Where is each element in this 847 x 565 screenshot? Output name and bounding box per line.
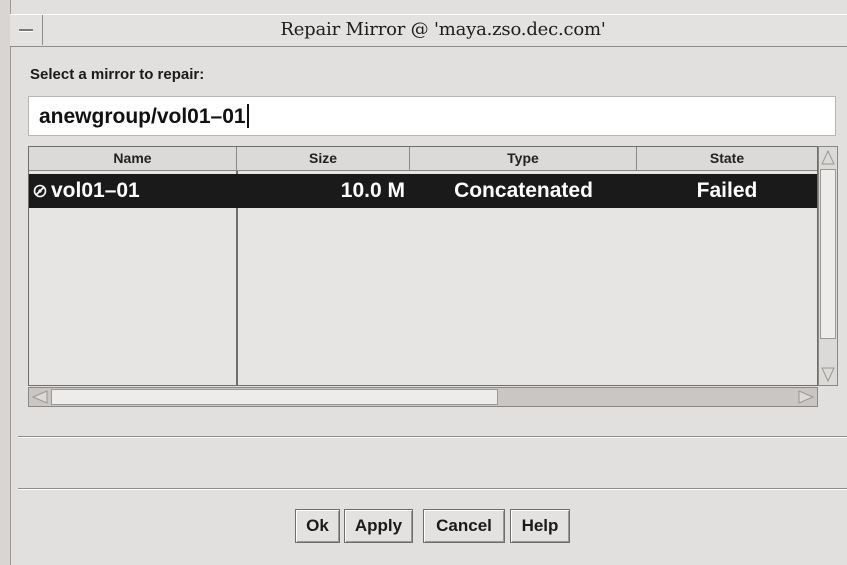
window-title: Repair Mirror @ 'maya.zso.dec.com'	[280, 19, 606, 40]
scroll-down-arrow-icon[interactable]	[820, 364, 836, 384]
ok-button[interactable]: Ok	[295, 509, 340, 543]
window-left-edge	[0, 0, 11, 565]
column-header-state[interactable]: State	[637, 147, 817, 171]
help-button[interactable]: Help	[510, 509, 570, 543]
menu-bar-icon	[19, 29, 33, 32]
column-header-name[interactable]: Name	[29, 147, 237, 171]
cancel-button[interactable]: Cancel	[423, 509, 505, 543]
horizontal-scroll-thumb[interactable]	[51, 389, 498, 405]
mirror-table: Name Size Type State vol01–01 10.0 M Con…	[28, 146, 818, 386]
mirror-selection-input[interactable]: anewgroup/vol01–01	[28, 96, 836, 136]
row-name: vol01–01	[51, 179, 140, 202]
select-mirror-label: Select a mirror to repair:	[30, 66, 205, 83]
scroll-right-arrow-icon[interactable]	[796, 389, 816, 405]
text-cursor	[246, 104, 249, 128]
separator-lower	[18, 488, 847, 490]
column-header-size[interactable]: Size	[237, 147, 410, 171]
column-header-type[interactable]: Type	[410, 147, 637, 171]
apply-button[interactable]: Apply	[344, 509, 413, 543]
volume-icon	[33, 184, 47, 198]
mirror-selection-value: anewgroup/vol01–01	[39, 105, 246, 128]
row-type: Concatenated	[454, 179, 593, 202]
horizontal-scrollbar[interactable]	[28, 387, 818, 407]
vertical-scroll-thumb[interactable]	[820, 169, 836, 339]
scroll-up-arrow-icon[interactable]	[820, 148, 836, 168]
separator-upper	[18, 436, 847, 438]
vertical-scrollbar[interactable]	[818, 146, 838, 386]
scroll-left-arrow-icon[interactable]	[30, 389, 50, 405]
row-size: 10.0 M	[340, 179, 405, 202]
window-menu-button[interactable]	[10, 15, 43, 45]
row-state: Failed	[696, 179, 758, 202]
repair-mirror-dialog: Repair Mirror @ 'maya.zso.dec.com' Selec…	[0, 0, 847, 565]
table-row[interactable]: vol01–01 10.0 M Concatenated Failed	[29, 174, 817, 208]
